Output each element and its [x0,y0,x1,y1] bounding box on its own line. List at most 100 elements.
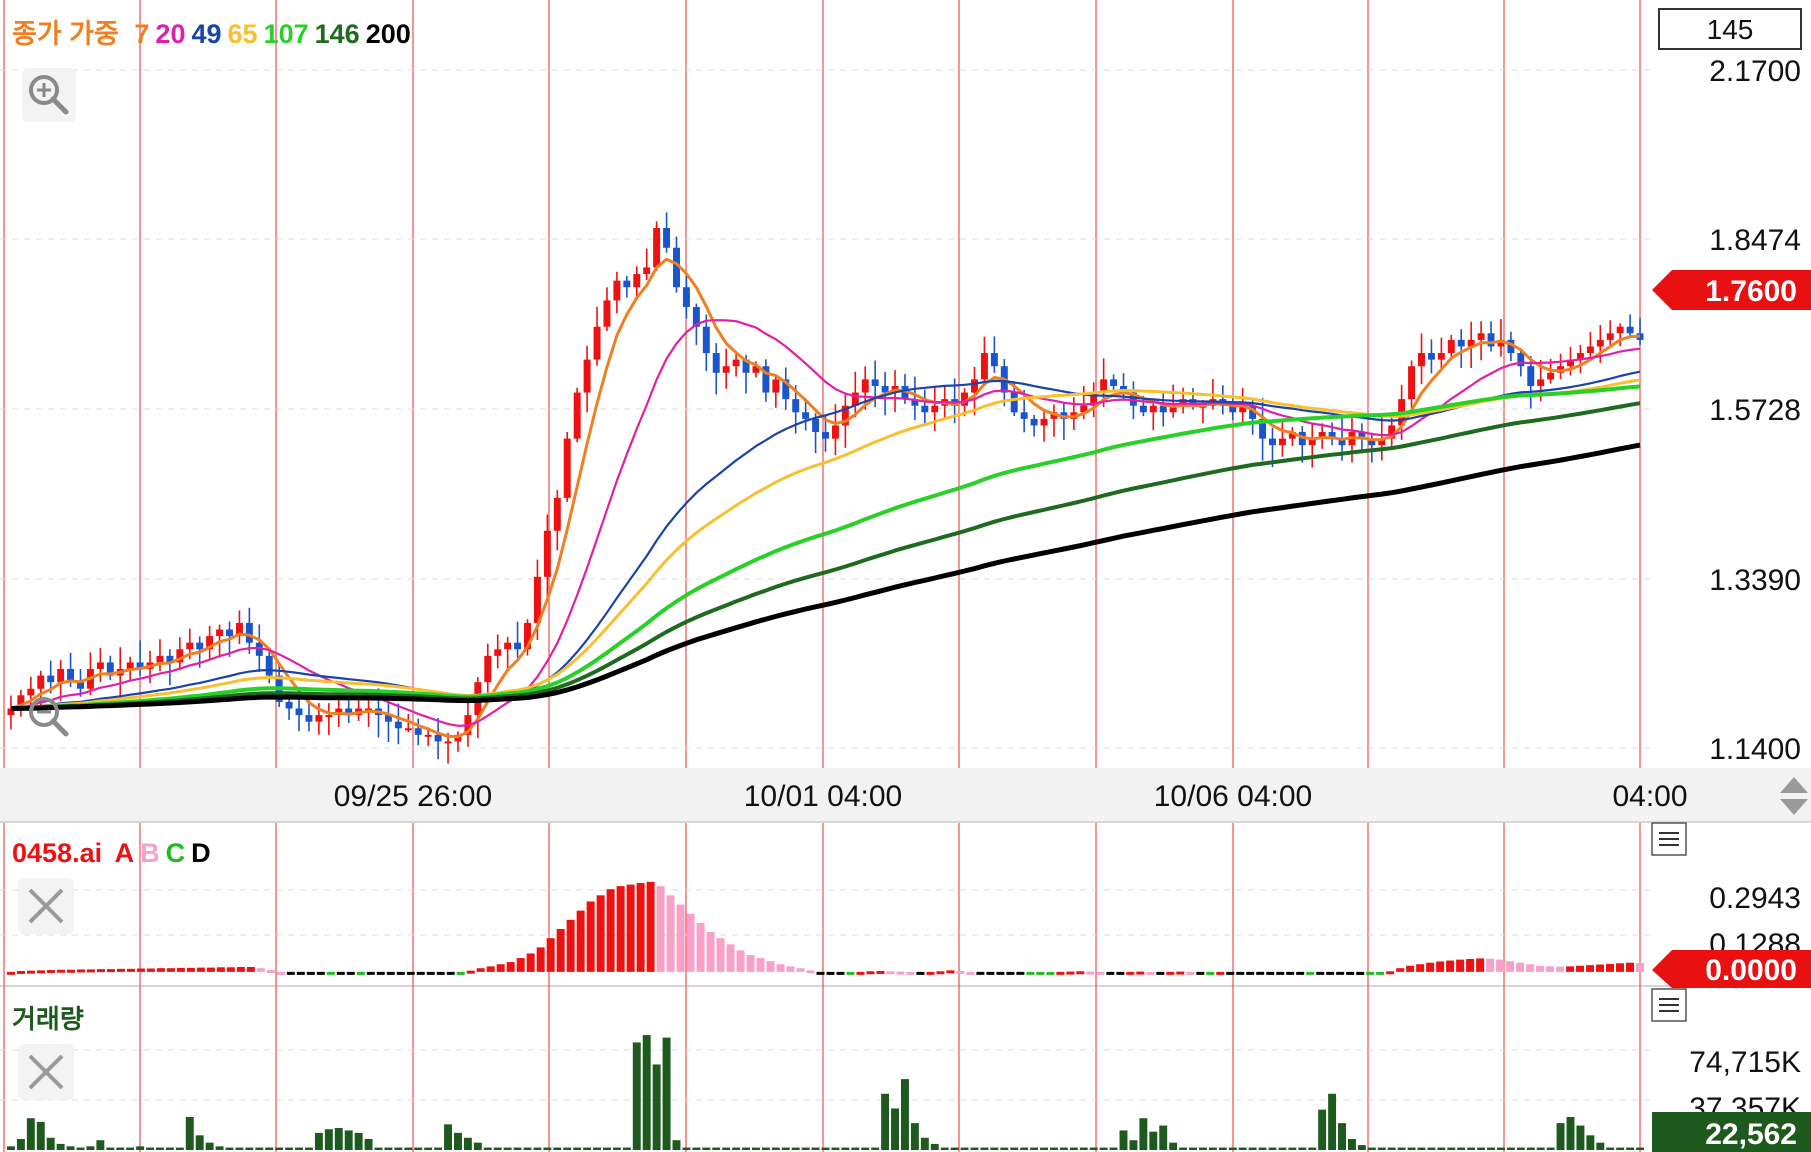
volume-bar [76,1147,85,1150]
close-indicator-icon[interactable] [18,878,74,934]
volume-menu-icon[interactable] [1651,988,1687,1022]
indicator-bar [76,969,85,973]
volume-bar [1050,1147,1058,1150]
volume-bar [1338,1123,1346,1150]
volume-label: 거래량 [12,1004,84,1034]
volume-bar [136,1146,145,1150]
volume-bar [444,1124,452,1150]
indicator-bar [916,971,925,975]
indicator-bar [606,889,615,972]
indicator-bar [166,968,175,972]
indicator-bar [1626,962,1635,972]
volume-bar [1616,1147,1625,1150]
indicator-bar [1176,971,1185,975]
indicator-bar [1606,963,1615,972]
volume-bar [424,1147,433,1150]
close-volume-icon[interactable] [18,1044,74,1100]
indicator-bar [7,971,15,975]
volume-bar [791,1147,800,1150]
volume-bar [881,1093,890,1150]
price-axis-label: 1.3390 [1709,564,1801,597]
current-price-badge: 1.7600 [1652,270,1811,310]
indicator-bar [306,971,315,975]
volume-bar [1119,1130,1128,1150]
legend-period-146: 146 [315,19,360,49]
price-axis-label: 1.8474 [1709,224,1801,257]
indicator-bar [626,884,635,972]
volume-bar [1149,1131,1158,1150]
volume-bar [414,1147,423,1150]
price-axis-label: 1.5728 [1709,394,1801,427]
indicator-bar [1196,971,1205,975]
zoom-in-icon[interactable] [22,68,76,122]
indicator-menu-icon[interactable] [1651,822,1687,856]
volume-bar [950,1147,959,1150]
price-candle [573,387,581,443]
indicator-bar [486,966,495,972]
indicator-bar [366,971,375,975]
volume-current-value: 22,562 [1705,1118,1797,1151]
indicator-bar [956,970,965,974]
volume-bar [742,1147,750,1150]
volume-bar [175,1147,184,1150]
legend-period-49: 49 [191,19,221,49]
volume-bar [1447,1147,1456,1150]
volume-bar [56,1143,65,1150]
volume-bar [1208,1147,1217,1150]
volume-bar [334,1128,343,1150]
volume-bar [702,1147,711,1150]
indicator-bar [46,970,55,974]
volume-bar [156,1147,164,1150]
indicator-bar [1456,959,1465,972]
volume-bar [1636,1147,1644,1150]
indicator-bar [1546,966,1555,972]
indicator-bar [666,895,675,972]
price-axis-label: 2.1700 [1709,55,1801,88]
volume-bar [1417,1147,1426,1150]
volume-bar [692,1147,701,1150]
indicator-bar [1526,964,1535,972]
volume-bar [404,1147,413,1150]
indicator-bar [826,971,835,975]
indicator-bar [1406,965,1415,972]
legend-period-20: 20 [155,19,185,49]
volume-bar [374,1147,383,1150]
indicator-bar [946,970,955,974]
indicator-bar [296,971,305,975]
volume-bar [1278,1147,1287,1150]
volume-bar [1218,1147,1227,1150]
indicator-bar [556,929,565,972]
indicator-bar [596,895,605,972]
indicator-bar [876,970,885,974]
volume-bar [1487,1147,1495,1150]
indicator-bar [506,962,515,972]
volume-bar [1228,1147,1237,1150]
volume-bar [384,1147,393,1150]
indicator-bar [1506,961,1515,972]
volume-bar [16,1139,25,1150]
volume-bar [344,1130,353,1150]
indicator-bar [1516,962,1525,972]
volume-bar [314,1132,323,1150]
current-price-value: 1.7600 [1705,275,1797,308]
legend-period-7: 7 [134,19,149,49]
indicator-bar [1576,965,1585,972]
indicator-bar [1346,971,1355,975]
volume-bar [205,1142,214,1150]
indicator-bar [266,970,275,974]
time-axis-bg [0,768,1811,823]
legend-period-200: 200 [366,19,411,49]
volume-bar [295,1147,303,1150]
indicator-bar [386,971,395,975]
indicator-bar [1126,971,1135,975]
chart-canvas[interactable]: 2.1700 1.8474 1.5728 1.3390 1.1400 09/25 26:0… [0,0,1811,1152]
volume-bar [593,1147,601,1150]
indicator-bar [976,971,985,975]
time-axis-label: 04:00 [1612,780,1687,813]
indicator-bar [1536,965,1545,972]
indicator-bar [576,910,585,972]
indicator-bar [186,967,195,972]
volume-bar [622,1147,631,1150]
volume-bar [1099,1147,1108,1150]
indicator-bar [1466,959,1475,972]
